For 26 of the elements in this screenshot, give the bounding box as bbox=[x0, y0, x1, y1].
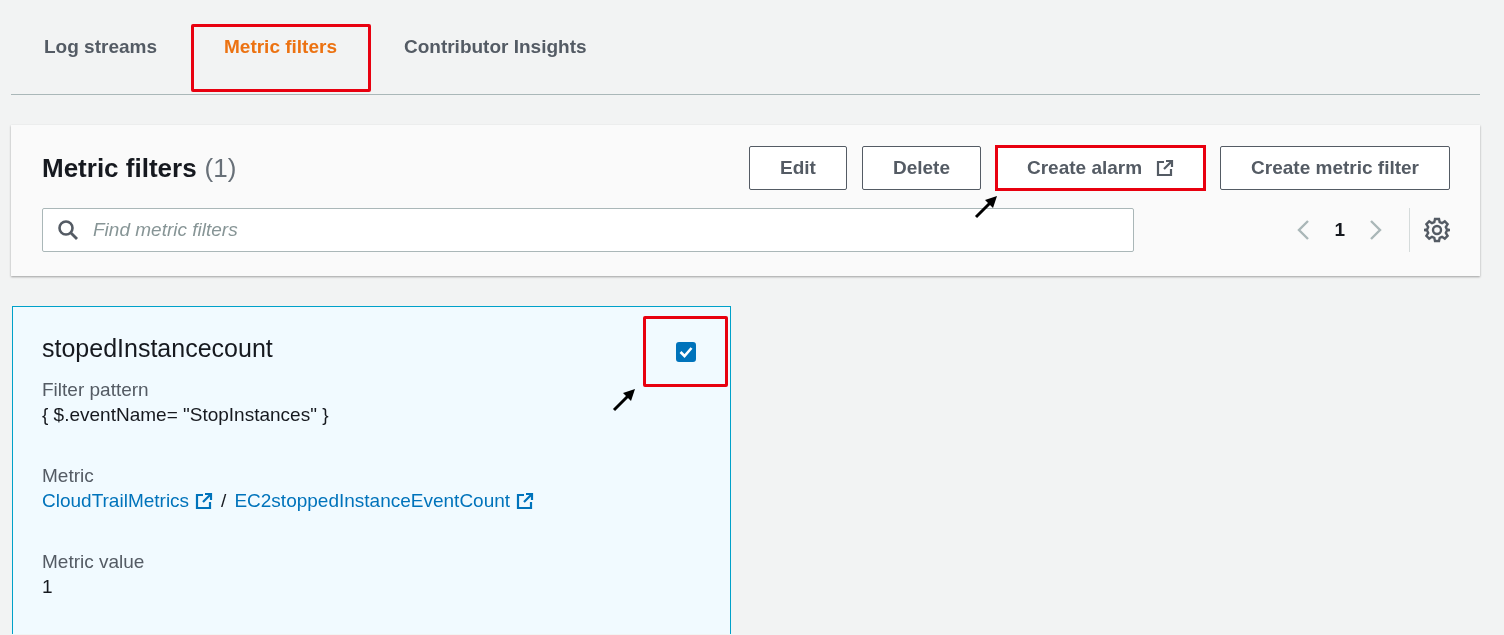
chevron-right-icon bbox=[1369, 219, 1383, 241]
field-label: Metric bbox=[42, 464, 94, 488]
settings-icon bbox=[1424, 217, 1450, 243]
action-button[interactable]: Delete bbox=[861, 146, 981, 190]
page-number[interactable]: 1 bbox=[1324, 208, 1355, 252]
external-link-icon bbox=[516, 492, 535, 510]
action-button[interactable]: Create metric filter bbox=[1220, 146, 1450, 190]
tab[interactable]: Contributor Insights bbox=[370, 0, 621, 94]
metric-link[interactable]: CloudTrailMetrics bbox=[42, 488, 214, 514]
metric-link[interactable]: EC2stoppedInstanceEventCount bbox=[234, 488, 535, 514]
action-button[interactable]: Edit bbox=[749, 146, 847, 190]
card-title: stopedInstancecount bbox=[42, 334, 273, 364]
external-link-icon bbox=[195, 492, 214, 510]
field-label: Metric value bbox=[42, 550, 145, 574]
item-count: (1) bbox=[204, 152, 237, 184]
chevron-left-icon bbox=[1296, 219, 1311, 241]
checkbox[interactable] bbox=[675, 341, 696, 362]
search-field[interactable]: Find metric filters bbox=[42, 208, 1134, 252]
separator: / bbox=[221, 489, 227, 513]
field-value: 1 bbox=[42, 575, 53, 599]
panel-title: Metric filters bbox=[42, 152, 197, 184]
field-label: Filter pattern bbox=[42, 378, 149, 402]
tab[interactable]: Log streams bbox=[11, 0, 191, 94]
search-icon bbox=[57, 219, 79, 241]
metric-filter-card[interactable]: stopedInstancecount Filter pattern { $.eventName= "StopInstances" } Metric CloudTrailMetrics / EC2stoppedInstanceEventCount Metric value 1 bbox=[12, 306, 731, 634]
field-value: { $.eventName= "StopInstances" } bbox=[42, 403, 329, 427]
